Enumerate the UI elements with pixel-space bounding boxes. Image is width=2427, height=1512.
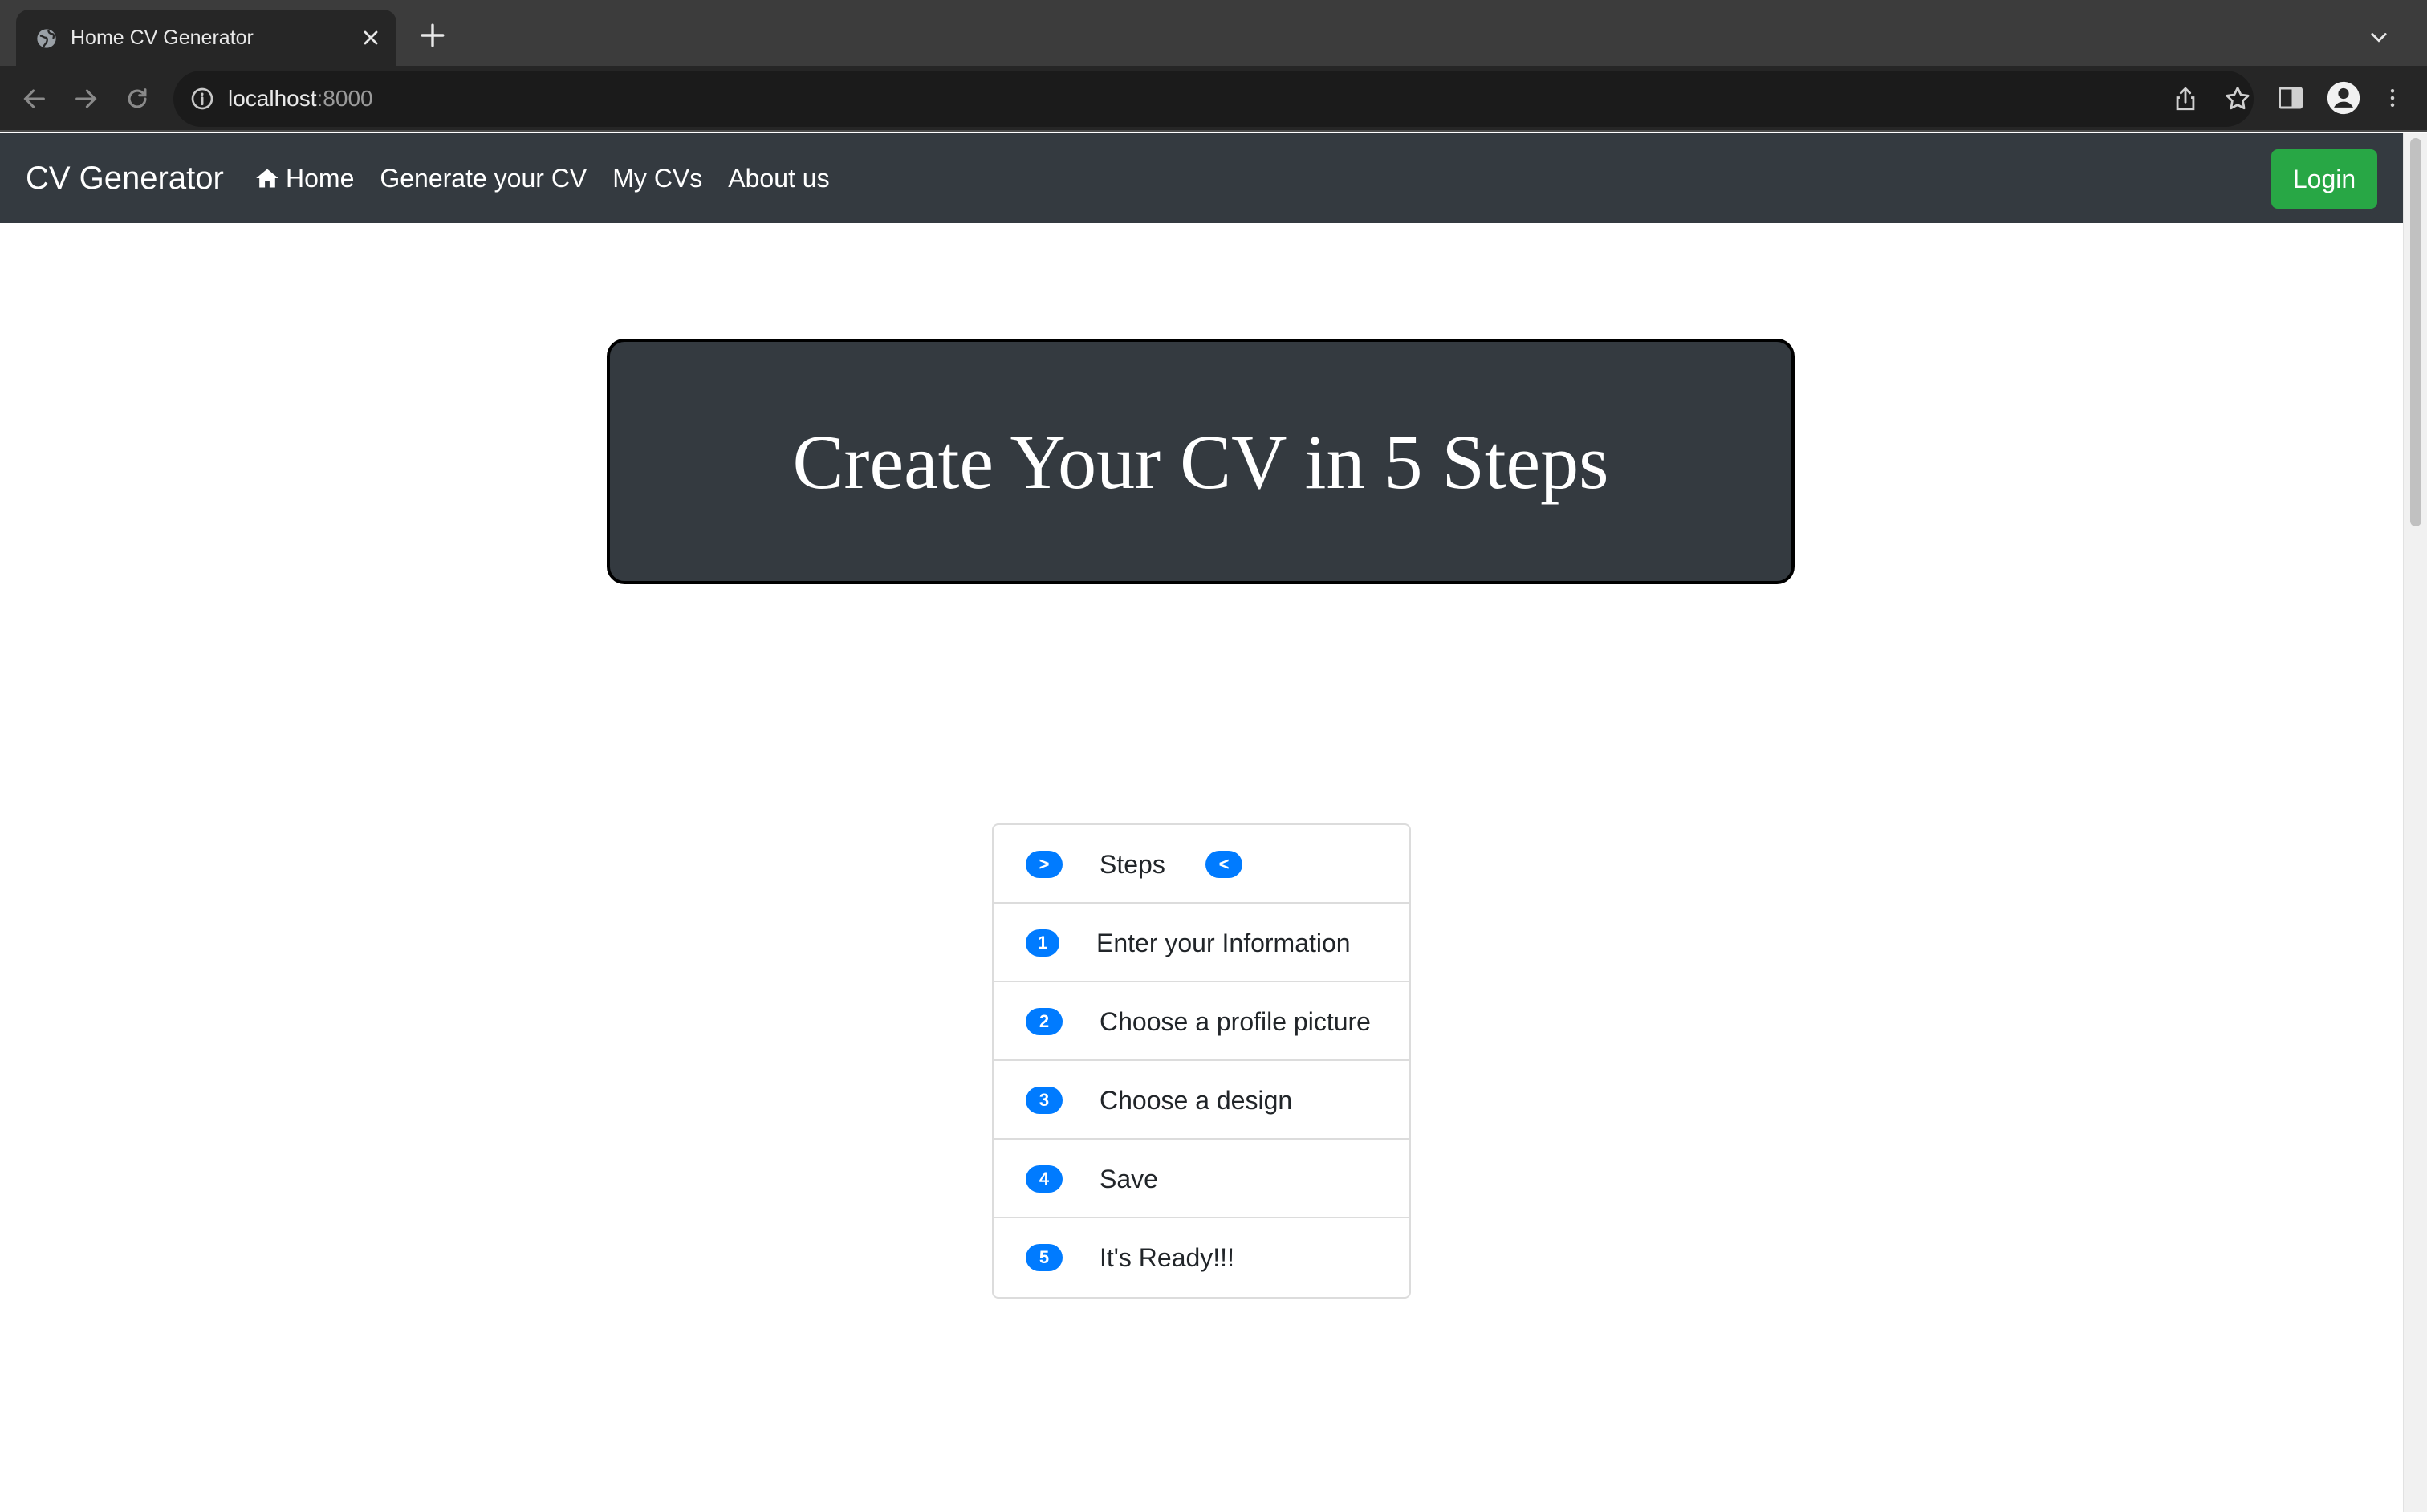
forward-button[interactable] bbox=[67, 80, 104, 117]
list-item: 1 Enter your Information bbox=[994, 904, 1409, 982]
list-item: 2 Choose a profile picture bbox=[994, 982, 1409, 1061]
nav-link-home-label: Home bbox=[286, 163, 355, 193]
step-number-badge: 4 bbox=[1026, 1165, 1063, 1193]
home-icon bbox=[256, 169, 278, 188]
steps-header-label: Steps bbox=[1100, 850, 1165, 879]
step-number-badge: 1 bbox=[1026, 929, 1059, 957]
step-label: Save bbox=[1100, 1164, 1158, 1193]
login-button[interactable]: Login bbox=[2271, 149, 2377, 209]
kebab-menu-icon[interactable] bbox=[2380, 83, 2405, 112]
navbar-brand[interactable]: CV Generator bbox=[26, 133, 224, 223]
arrow-left-icon bbox=[23, 89, 45, 108]
steps-header: > Steps < bbox=[994, 825, 1409, 904]
steps-header-left-badge: > bbox=[1026, 851, 1063, 878]
step-number-badge: 5 bbox=[1026, 1244, 1063, 1271]
list-item: 3 Choose a design bbox=[994, 1061, 1409, 1140]
back-button[interactable] bbox=[16, 80, 53, 117]
hero-banner: Create Your CV in 5 Steps bbox=[607, 339, 1795, 584]
nav-link-generate-cv[interactable]: Generate your CV bbox=[380, 164, 587, 193]
profile-avatar-icon[interactable] bbox=[2326, 80, 2361, 116]
url-port: :8000 bbox=[316, 86, 373, 111]
page-viewport: CV Generator Home Generate your CV My CV… bbox=[0, 133, 2403, 1512]
step-number-badge: 2 bbox=[1026, 1008, 1063, 1035]
globe-icon bbox=[37, 29, 56, 48]
tab-title: Home CV Generator bbox=[71, 26, 254, 49]
steps-header-right-badge: < bbox=[1205, 851, 1242, 878]
steps-list: > Steps < 1 Enter your Information 2 Cho… bbox=[992, 823, 1411, 1299]
share-icon[interactable] bbox=[2172, 84, 2199, 113]
address-bar[interactable]: localhost:8000 bbox=[173, 71, 2254, 127]
info-icon[interactable] bbox=[189, 86, 215, 112]
step-label: Enter your Information bbox=[1096, 929, 1351, 957]
new-tab-icon[interactable] bbox=[419, 22, 446, 49]
reload-button[interactable] bbox=[119, 80, 156, 117]
arrow-right-icon bbox=[75, 89, 97, 108]
browser-tab-strip: Home CV Generator bbox=[0, 0, 2427, 66]
hero-title: Create Your CV in 5 Steps bbox=[792, 418, 1609, 505]
step-label: It's Ready!!! bbox=[1100, 1243, 1234, 1272]
nav-link-home[interactable]: Home bbox=[255, 164, 354, 193]
step-number-badge: 3 bbox=[1026, 1087, 1063, 1114]
site-navbar: CV Generator Home Generate your CV My CV… bbox=[0, 133, 2403, 223]
browser-toolbar: localhost:8000 bbox=[0, 66, 2427, 132]
url-text: localhost:8000 bbox=[228, 71, 373, 127]
list-item: 5 It's Ready!!! bbox=[994, 1218, 1409, 1297]
close-icon[interactable] bbox=[360, 26, 382, 49]
scrollbar-thumb[interactable] bbox=[2410, 138, 2421, 526]
side-panel-icon[interactable] bbox=[2276, 83, 2305, 112]
nav-link-my-cvs[interactable]: My CVs bbox=[612, 164, 702, 193]
step-label: Choose a profile picture bbox=[1100, 1007, 1371, 1036]
star-icon[interactable] bbox=[2223, 84, 2252, 113]
page-scrollbar[interactable] bbox=[2403, 133, 2427, 1512]
url-host: localhost bbox=[228, 86, 317, 111]
list-item: 4 Save bbox=[994, 1140, 1409, 1218]
reload-icon bbox=[128, 88, 147, 108]
navbar-links: Home Generate your CV My CVs About us bbox=[255, 133, 856, 223]
step-label: Choose a design bbox=[1100, 1086, 1293, 1115]
nav-link-about-us[interactable]: About us bbox=[728, 164, 829, 193]
browser-tab[interactable]: Home CV Generator bbox=[16, 10, 396, 66]
chevron-down-icon[interactable] bbox=[2368, 26, 2390, 48]
